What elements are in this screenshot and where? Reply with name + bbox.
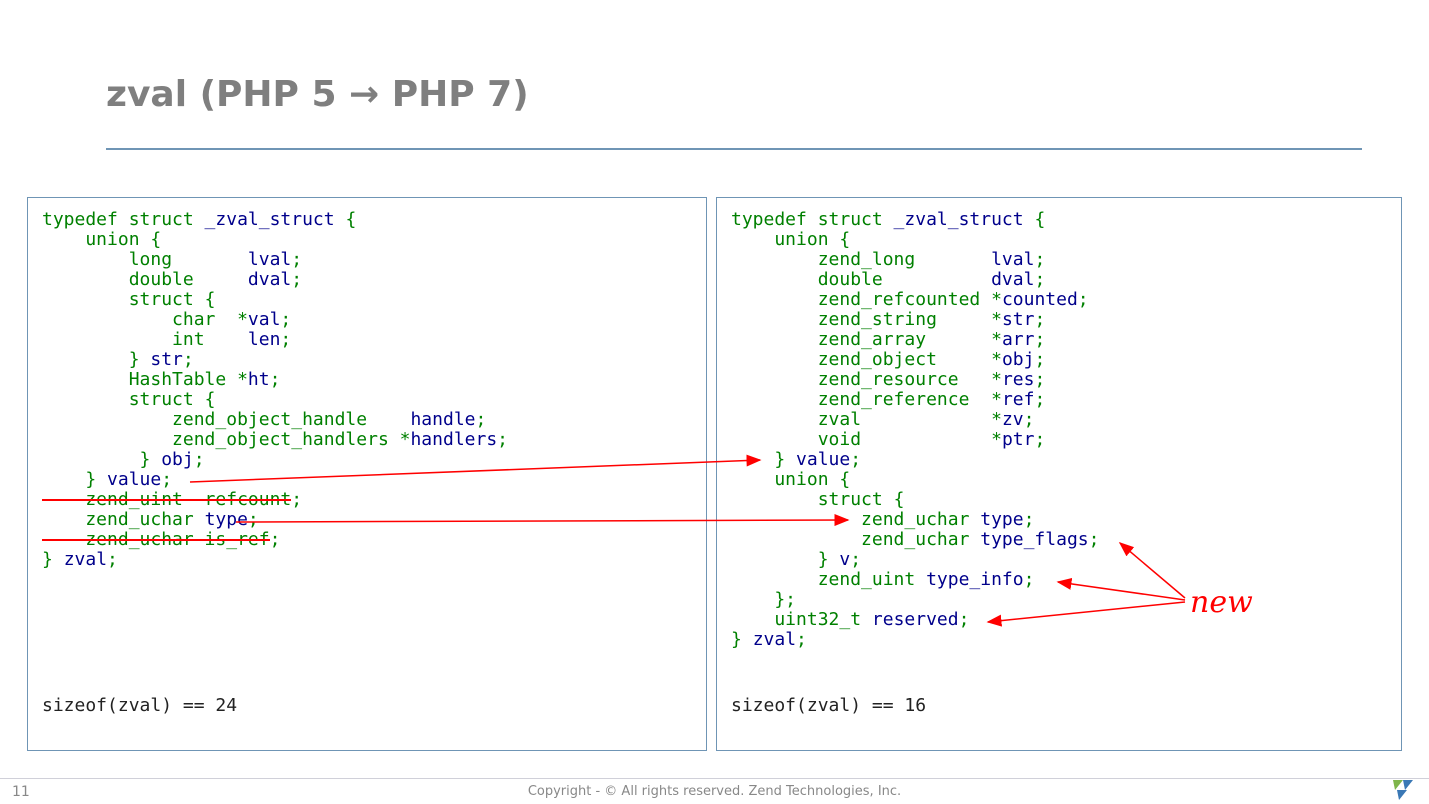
- new-label: new: [1190, 585, 1253, 620]
- php5-sizeof: sizeof(zval) == 24: [42, 696, 237, 716]
- php7-code: typedef struct _zval_struct { union { ze…: [731, 210, 1387, 650]
- strike-isref: zend_uchar is_ref: [42, 529, 270, 550]
- php5-code-box: typedef struct _zval_struct { union { lo…: [27, 197, 707, 751]
- php5-code: typedef struct _zval_struct { union { lo…: [42, 210, 692, 570]
- slide-title: zval (PHP 5 → PHP 7): [106, 74, 529, 115]
- title-rule: [106, 148, 1362, 150]
- copyright-text: Copyright - © All rights reserved. Zend …: [0, 784, 1429, 799]
- strike-refcount: zend_uint refcount: [42, 489, 291, 510]
- php7-code-box: typedef struct _zval_struct { union { ze…: [716, 197, 1402, 751]
- footer-rule: [0, 778, 1429, 779]
- slide: zval (PHP 5 → PHP 7) typedef struct _zva…: [0, 0, 1429, 804]
- php7-sizeof: sizeof(zval) == 16: [731, 696, 926, 716]
- zend-logo-icon: [1391, 778, 1415, 800]
